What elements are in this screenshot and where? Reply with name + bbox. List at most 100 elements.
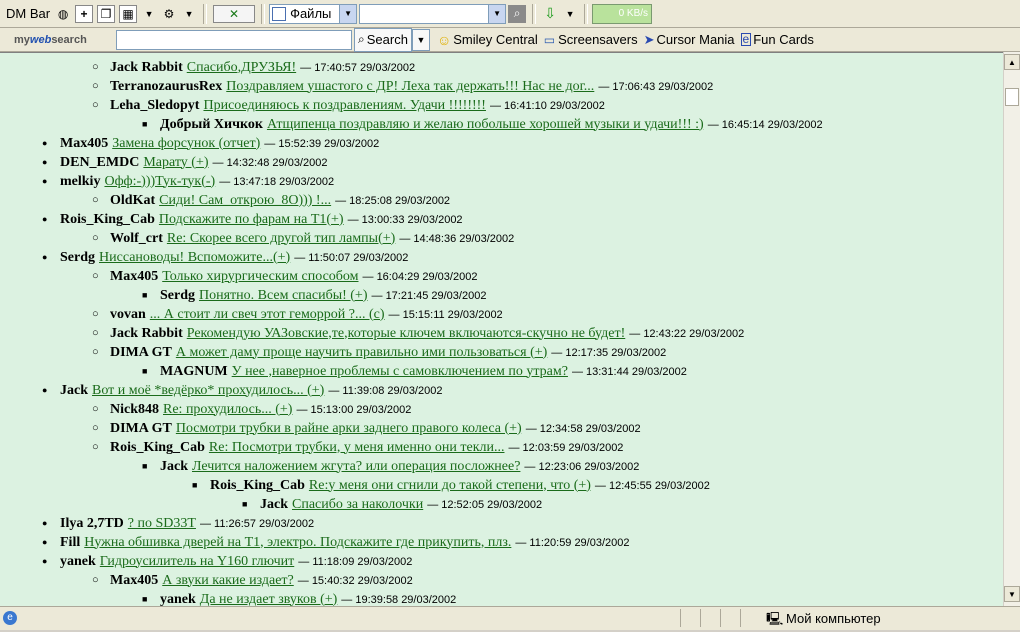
message-subject-link[interactable]: Только хирургическим способом	[162, 269, 358, 285]
separator-dash: —	[427, 498, 442, 511]
message-timestamp: — 18:25:08 29/03/2002	[335, 195, 450, 207]
message-time: 11:20:59	[529, 536, 572, 549]
windows-icon[interactable]: ❐	[97, 4, 116, 23]
toolbar-separator	[261, 3, 266, 24]
message-date: 29/03/2002	[272, 156, 328, 169]
separator-dash: —	[508, 441, 523, 454]
message-subject-link[interactable]: Спасибо,ДРУЗЬЯ!	[187, 60, 296, 76]
message-timestamp: — 15:15:11 29/03/2002	[389, 309, 503, 321]
message-subject-link[interactable]: Подскажите по фарам на T1(+)	[159, 212, 344, 228]
message-subject-link[interactable]: Марату (+)	[143, 155, 208, 171]
chevron-down-icon[interactable]: ▼	[488, 4, 506, 23]
message-time: 12:34:58	[539, 422, 583, 435]
dropdown-arrow-icon[interactable]: ▼	[141, 6, 157, 22]
message-author: Jack Rabbit	[110, 325, 183, 341]
cursor-mania-link[interactable]: ➤ Cursor Mania	[641, 30, 738, 50]
message-subject-link[interactable]: Атщипенца поздравляю и желаю побольше хо…	[267, 117, 704, 133]
message-subject-link[interactable]: Посмотри трубки в райне арки заднего пра…	[176, 421, 522, 437]
download-arrow-icon[interactable]: ⇩	[542, 5, 558, 22]
message-time: 17:40:57	[314, 61, 358, 74]
message-subject-link[interactable]: ? по SD33T	[128, 516, 196, 532]
message-subject-link[interactable]: Ниссановоды! Вспоможите...(+)	[99, 250, 290, 266]
message-subject-link[interactable]: Re: Скорее всего другой тип лампы(+)	[167, 231, 395, 247]
separator-dash: —	[551, 346, 566, 359]
message-author: Leha_Sledopyt	[110, 97, 200, 113]
message-author: Wolf_crt	[110, 230, 163, 246]
message-subject-link[interactable]: ... А стоит ли свеч этот геморрой ?... (…	[150, 307, 385, 323]
list-bullet	[142, 117, 160, 133]
fun-cards-label: Fun Cards	[753, 32, 814, 47]
message-author: Jack	[160, 458, 188, 474]
files-select[interactable]: Файлы ▼	[269, 3, 358, 24]
message-date: 29/03/2002	[568, 441, 624, 454]
chevron-down-icon[interactable]: ▼	[339, 4, 357, 23]
message-time: 16:45:14	[721, 118, 765, 131]
message-timestamp: — 11:20:59 29/03/2002	[515, 537, 629, 549]
dropdown-arrow-icon[interactable]: ▼	[181, 6, 197, 22]
screensavers-link[interactable]: ▭ Screensavers	[541, 30, 641, 50]
add-icon[interactable]: +	[75, 4, 94, 23]
message-subject-link[interactable]: Да не издает звуков (+)	[200, 592, 338, 607]
message-date: 29/03/2002	[574, 536, 630, 549]
message-subject-link[interactable]: А звуки какие издает?	[162, 573, 294, 589]
message-author: yanek	[160, 591, 196, 607]
message-subject-link[interactable]: Re: Посмотри трубки, у меня именно они т…	[209, 440, 505, 456]
message-subject-link[interactable]: Присоединяюсь к поздравлениям. Удачи !!!…	[203, 98, 486, 114]
thread-message-row: Max405Только хирургическим способом — 16:…	[92, 267, 477, 286]
message-subject-link[interactable]: Лечится наложением жгута? или операция п…	[192, 459, 520, 475]
message-subject-link[interactable]: Гидроусилитель на Y160 глючит	[100, 554, 294, 570]
message-subject-link[interactable]: У нее ,наверное проблемы с самовключение…	[232, 364, 568, 380]
message-subject-link[interactable]: Поздравляем ушастого с ДР! Леха так держ…	[226, 79, 594, 95]
vertical-scrollbar[interactable]: ▲ ▼	[1003, 52, 1020, 606]
settings-icon[interactable]: ⚙	[161, 6, 177, 22]
message-date: 29/03/2002	[585, 422, 641, 435]
message-time: 18:25:08	[349, 194, 392, 207]
mywebsearch-logo[interactable]: mywebsearch	[14, 34, 114, 46]
message-date: 29/03/2002	[407, 213, 463, 226]
message-subject-link[interactable]: Замена форсунок (отчет)	[112, 136, 260, 152]
message-time: 14:48:36	[413, 232, 457, 245]
fun-cards-link[interactable]: e Fun Cards	[738, 30, 817, 50]
message-subject-link[interactable]: Спасибо за наколочки	[292, 497, 423, 513]
message-date: 29/03/2002	[395, 194, 451, 207]
smiley-central-link[interactable]: ☺ Smiley Central	[434, 30, 541, 50]
message-subject-link[interactable]: Re: прохудилось... (+)	[163, 402, 292, 418]
dropdown-arrow-icon[interactable]: ▼	[411, 28, 430, 51]
message-subject-link[interactable]: Офф:-)))Тук-тук(-)	[104, 174, 215, 190]
brand-web: web	[29, 33, 52, 46]
separator-dash: —	[362, 270, 377, 283]
globe-icon[interactable]: ◍	[55, 6, 71, 22]
status-bar: e 🖳 Мой компьютер	[0, 606, 1020, 630]
message-subject-link[interactable]: Нужна обшивка дверей на T1, электро. Под…	[84, 535, 511, 551]
message-date: 29/03/2002	[631, 365, 687, 378]
message-time: 11:18:09	[312, 555, 355, 568]
message-subject-link[interactable]: Понятно. Всем спасибы! (+)	[199, 288, 368, 304]
message-author: OldKat	[110, 192, 156, 208]
scroll-down-arrow-icon[interactable]: ▼	[1004, 586, 1020, 602]
list-bullet	[92, 326, 110, 342]
dropdown-arrow-icon[interactable]: ▼	[562, 6, 578, 22]
separator-dash: —	[598, 80, 613, 93]
address-combo[interactable]: ▼	[359, 3, 507, 24]
message-subject-link[interactable]: Рекомендую УАЗовские,те,которые ключем в…	[187, 326, 626, 342]
message-subject-link[interactable]: А может даму проще научить правильно ими…	[176, 345, 547, 361]
message-subject-link[interactable]: Вот и моё *ведёрко* прохудилось... (+)	[92, 383, 324, 399]
search-button-label: Search	[366, 32, 408, 47]
thread-message-row: Rois_King_CabRe: Посмотри трубки, у меня…	[92, 438, 623, 457]
message-subject-link[interactable]: Re:у меня они сгнили до такой степени, ч…	[309, 478, 591, 494]
search-button[interactable]: ⌕ Search	[354, 27, 412, 52]
message-author: Max405	[110, 572, 159, 588]
search-input[interactable]	[116, 29, 352, 50]
message-time: 16:41:10	[504, 99, 547, 112]
grid-icon[interactable]: ▦	[119, 4, 138, 23]
message-author: Ilya 2,7TD	[60, 515, 124, 531]
scroll-thumb[interactable]	[1005, 88, 1019, 106]
list-bullet	[42, 155, 60, 171]
list-bullet	[92, 345, 110, 361]
message-subject-link[interactable]: Сиди! Сам_открою_8О))) !...	[159, 193, 331, 209]
list-bullet	[92, 307, 110, 323]
message-timestamp: — 13:00:33 29/03/2002	[348, 214, 463, 226]
scroll-up-arrow-icon[interactable]: ▲	[1004, 54, 1020, 70]
close-x-icon[interactable]: ✕	[213, 4, 256, 23]
search-go-icon[interactable]: ⌕	[508, 4, 527, 23]
